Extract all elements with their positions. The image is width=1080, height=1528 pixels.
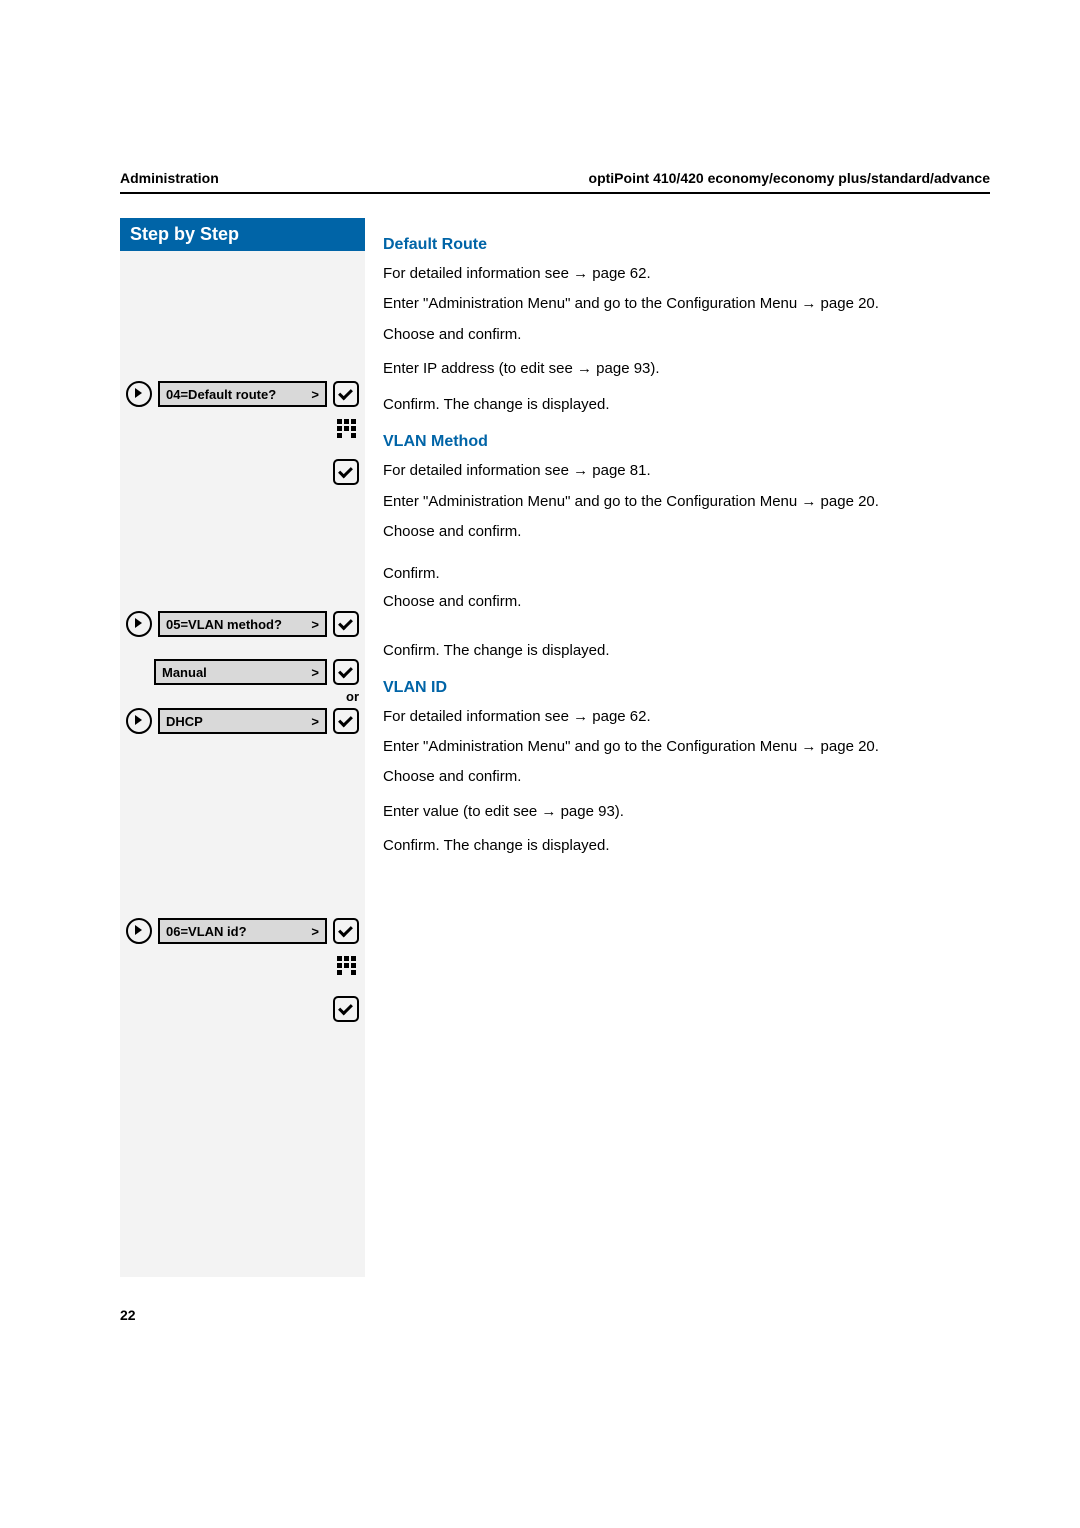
text: Choose and confirm. <box>383 522 990 542</box>
step-dhcp: DHCP > <box>120 703 365 739</box>
ok-icon[interactable] <box>333 996 359 1022</box>
lcd-text: DHCP <box>166 714 203 729</box>
lcd-vlan-method: 05=VLAN method? > <box>158 611 327 637</box>
step-manual: Manual > <box>120 654 365 690</box>
ok-icon[interactable] <box>333 611 359 637</box>
lcd-dhcp: DHCP > <box>158 708 327 734</box>
step-vlan-method: 05=VLAN method? > <box>120 606 365 642</box>
lcd-text: 05=VLAN method? <box>166 617 282 632</box>
ok-icon[interactable] <box>333 381 359 407</box>
gt-symbol: > <box>311 924 319 939</box>
ok-icon[interactable] <box>333 659 359 685</box>
step-column: Step by Step 04=Default route? > <box>120 218 365 1277</box>
lcd-text: 04=Default route? <box>166 387 276 402</box>
lcd-manual: Manual > <box>154 659 327 685</box>
step-by-step-title: Step by Step <box>120 218 365 251</box>
step-confirm-row <box>120 454 365 490</box>
page-number: 22 <box>120 1307 990 1323</box>
step-vlan-id: 06=VLAN id? > <box>120 913 365 949</box>
text: Enter IP address (to edit see → page 93)… <box>383 359 990 379</box>
lcd-vlan-id: 06=VLAN id? > <box>158 918 327 944</box>
keypad-icon[interactable] <box>337 956 359 978</box>
nav-right-icon[interactable] <box>126 708 152 734</box>
instruction-column: Default Route For detailed information s… <box>365 218 990 866</box>
text: Enter "Administration Menu" and go to th… <box>383 294 990 314</box>
nav-right-icon[interactable] <box>126 918 152 944</box>
header-left: Administration <box>120 170 219 186</box>
section-title-vlan-method: VLAN Method <box>383 433 990 451</box>
lcd-text: 06=VLAN id? <box>166 924 247 939</box>
text: Choose and confirm. <box>383 592 990 612</box>
text: Confirm. The change is displayed. <box>383 836 990 856</box>
text: Enter "Administration Menu" and go to th… <box>383 492 990 512</box>
text: Confirm. <box>383 564 990 584</box>
nav-right-icon[interactable] <box>126 381 152 407</box>
text: Enter value (to edit see → page 93). <box>383 802 990 822</box>
section-title-default-route: Default Route <box>383 236 990 254</box>
lcd-default-route: 04=Default route? > <box>158 381 327 407</box>
header-right: optiPoint 410/420 economy/economy plus/s… <box>589 170 990 186</box>
ok-icon[interactable] <box>333 459 359 485</box>
step-keypad-row-2 <box>120 949 365 985</box>
section-title-vlan-id: VLAN ID <box>383 679 990 697</box>
step-keypad-row <box>120 412 365 448</box>
text: Enter "Administration Menu" and go to th… <box>383 737 990 757</box>
nav-right-icon[interactable] <box>126 611 152 637</box>
ok-icon[interactable] <box>333 708 359 734</box>
step-confirm-row-3 <box>120 991 365 1027</box>
text: Confirm. The change is displayed. <box>383 641 990 661</box>
text: For detailed information see → page 62. <box>383 264 990 284</box>
text: For detailed information see → page 81. <box>383 461 990 481</box>
text: Choose and confirm. <box>383 767 990 787</box>
ok-icon[interactable] <box>333 918 359 944</box>
page-header: Administration optiPoint 410/420 economy… <box>120 170 990 194</box>
gt-symbol: > <box>311 665 319 680</box>
text: Confirm. The change is displayed. <box>383 395 990 415</box>
text: Choose and confirm. <box>383 325 990 345</box>
or-label: or <box>120 690 365 703</box>
text: For detailed information see → page 62. <box>383 707 990 727</box>
gt-symbol: > <box>311 387 319 402</box>
gt-symbol: > <box>311 714 319 729</box>
keypad-icon[interactable] <box>337 419 359 441</box>
step-default-route: 04=Default route? > <box>120 376 365 412</box>
lcd-text: Manual <box>162 665 207 680</box>
gt-symbol: > <box>311 617 319 632</box>
